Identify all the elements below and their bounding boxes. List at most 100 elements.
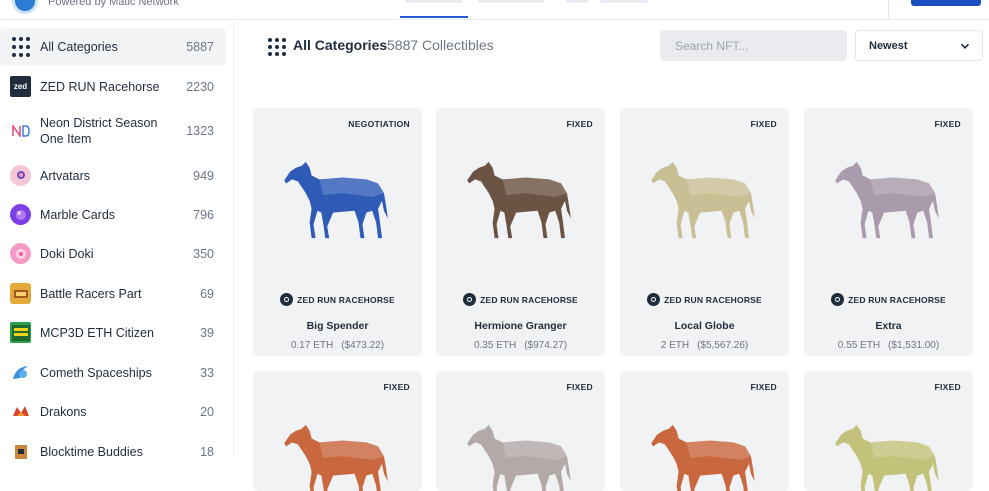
sidebar-item-label: Battle Racers Part (40, 286, 142, 301)
sidebar-item-label: Doki Doki (40, 246, 94, 261)
sidebar-item-doki-doki[interactable]: Doki Doki 350 (0, 235, 226, 272)
sale-type-badge: NEGOTIATION (348, 119, 410, 129)
marble-cards-icon (10, 204, 31, 225)
top-bar: Powered by Matic Network (0, 0, 989, 20)
sale-type-badge: FIXED (934, 119, 961, 129)
search-input[interactable] (660, 30, 847, 61)
price-eth: 0.17 ETH (290, 340, 334, 351)
sidebar-item-count: 796 (193, 207, 214, 222)
sidebar-item-drakons[interactable]: Drakons 20 (0, 393, 226, 430)
zed-logo-icon (280, 293, 294, 306)
collection-tag[interactable]: ZED RUN RACEHORSE (253, 293, 422, 306)
price-eth: 2 ETH (660, 340, 690, 351)
collection-tag[interactable]: ZED RUN RACEHORSE (804, 293, 973, 306)
powered-by-text: Powered by Matic Network (48, 0, 179, 8)
zed-logo-icon (831, 293, 845, 306)
sidebar-item-count: 33 (200, 365, 214, 380)
nft-card[interactable]: FIXED ZED RUN RACEHORSE Extra 0.55 ETH ($1,5… (804, 108, 973, 356)
nav-tab[interactable] (566, 0, 588, 3)
sidebar-item-label: Blocktime Buddies (40, 444, 143, 459)
sidebar-item-artvatars[interactable]: Artvatars 949 (0, 157, 226, 194)
horse-image[interactable] (834, 417, 944, 491)
sale-type-badge: FIXED (566, 382, 593, 392)
collection-name: ZED RUN RACEHORSE (297, 294, 395, 305)
sidebar-item-battle-racers[interactable]: Battle Racers Part 69 (0, 275, 226, 312)
sort-dropdown[interactable]: Newest (855, 30, 983, 61)
nft-name[interactable]: Local Globe (620, 320, 789, 332)
sale-type-badge: FIXED (750, 382, 777, 392)
artvatars-icon (10, 165, 31, 186)
sidebar-item-label: Drakons (40, 404, 87, 419)
collection-tag[interactable]: ZED RUN RACEHORSE (620, 293, 789, 306)
horse-image[interactable] (466, 417, 576, 491)
nft-card[interactable]: FIXED ZED RUN RACEHORSE Hermione Granger 0.… (436, 108, 605, 356)
horse-image[interactable] (283, 154, 393, 242)
nav-tab[interactable] (478, 0, 544, 3)
grid-icon (268, 38, 286, 56)
sidebar-item-label: ZED RUN Racehorse (40, 79, 160, 94)
nft-name[interactable]: Extra (804, 320, 973, 332)
horse-image[interactable] (466, 154, 576, 242)
sidebar-item-label: Neon District Season One Item (40, 116, 158, 146)
nft-card[interactable]: FIXED (253, 371, 422, 491)
horse-image[interactable] (283, 417, 393, 491)
app-logo-icon[interactable] (12, 0, 38, 14)
nft-price: 0.17 ETH ($473.22) (253, 340, 422, 351)
nft-card[interactable]: FIXED (804, 371, 973, 491)
page-title: All Categories (293, 37, 388, 53)
battle-racers-icon (10, 283, 31, 304)
sidebar-item-count: 350 (193, 246, 214, 261)
grid-icon (10, 36, 31, 57)
connect-button[interactable] (911, 0, 981, 6)
sidebar-item-count: 69 (200, 286, 214, 301)
nav-tab-active[interactable] (405, 0, 463, 3)
nft-card[interactable]: FIXED ZED RUN RACEHORSE Local Globe 2 ETH ($… (620, 108, 789, 356)
nav-tab[interactable] (600, 0, 648, 3)
sidebar-item-zed-run[interactable]: zed ZED RUN Racehorse 2230 (0, 68, 226, 105)
sidebar-item-neon-district[interactable]: Neon District Season One Item 1323 (0, 108, 226, 154)
sidebar-item-label: Artvatars (40, 168, 91, 183)
nft-card[interactable]: NEGOTIATION ZED RUN RACEHORSE Big Spender 0… (253, 108, 422, 356)
nft-name[interactable]: Hermione Granger (436, 320, 605, 332)
price-eth: 0.55 ETH (837, 340, 881, 351)
sidebar-item-count: 5887 (186, 39, 214, 54)
sidebar-item-blocktime[interactable]: Blocktime Buddies 18 (0, 433, 226, 470)
sidebar-item-mcp3d[interactable]: MCP3D ETH Citizen 39 (0, 314, 226, 351)
doki-doki-icon (10, 243, 31, 264)
sidebar-item-count: 949 (193, 168, 214, 183)
nft-price: 0.35 ETH ($974.27) (436, 340, 605, 351)
nft-name[interactable]: Big Spender (253, 320, 422, 332)
nft-card[interactable]: FIXED (436, 371, 605, 491)
nft-card[interactable]: FIXED (620, 371, 789, 491)
price-usd: ($974.27) (524, 340, 568, 351)
cometh-icon (10, 362, 31, 383)
zed-icon: zed (10, 76, 31, 97)
chevron-down-icon (960, 43, 970, 49)
price-usd: ($473.22) (341, 340, 385, 351)
price-usd: ($5,567.26) (697, 340, 749, 351)
drakons-icon (10, 401, 31, 422)
sidebar-item-count: 1323 (186, 124, 214, 138)
price-eth: 0.35 ETH (473, 340, 517, 351)
horse-image[interactable] (650, 154, 760, 242)
collection-tag[interactable]: ZED RUN RACEHORSE (436, 293, 605, 306)
sale-type-badge: FIXED (566, 119, 593, 129)
horse-image[interactable] (650, 417, 760, 491)
category-sidebar: All Categories 5887 zed ZED RUN Racehors… (0, 20, 234, 462)
sidebar-item-marble-cards[interactable]: Marble Cards 796 (0, 196, 226, 233)
sidebar-item-label: MCP3D ETH Citizen (40, 325, 154, 340)
zed-logo-icon (647, 293, 661, 306)
sale-type-badge: FIXED (383, 382, 410, 392)
horse-image[interactable] (834, 154, 944, 242)
sidebar-item-label: Cometh Spaceships (40, 365, 152, 380)
neon-district-icon (10, 120, 31, 142)
nft-price: 0.55 ETH ($1,531.00) (804, 340, 973, 351)
sidebar-item-cometh[interactable]: Cometh Spaceships 33 (0, 354, 226, 391)
sidebar-item-all-categories[interactable]: All Categories 5887 (0, 28, 226, 65)
price-usd: ($1,531.00) (888, 340, 940, 351)
sidebar-item-count: 2230 (186, 79, 214, 94)
collection-name: ZED RUN RACEHORSE (848, 294, 946, 305)
sale-type-badge: FIXED (934, 382, 961, 392)
sidebar-item-label: Marble Cards (40, 207, 116, 222)
blocktime-icon (10, 441, 31, 462)
